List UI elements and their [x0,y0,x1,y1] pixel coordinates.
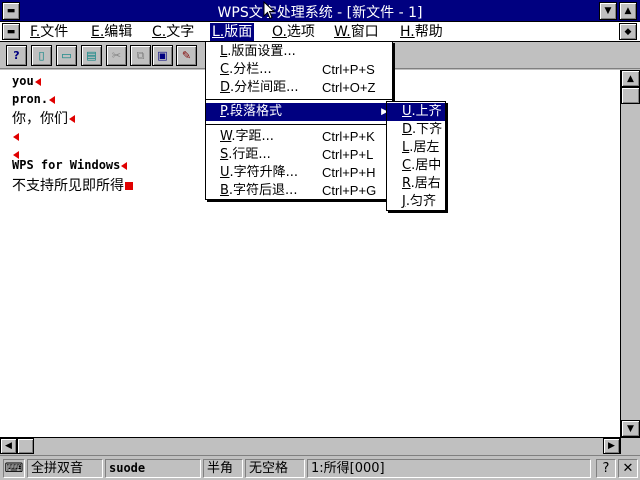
tools-icon: ✕ [622,461,634,476]
format-brush-icon: ✎ [181,49,192,62]
new-file-icon: ▯ [38,49,45,62]
menu-item-char-backspace[interactable]: B.字符后退... Ctrl+P+G [206,182,392,200]
keyboard-icon: ⌨ [4,461,24,476]
vertical-scrollbar[interactable]: ▲ ▼ [620,70,640,437]
copy-icon: ⧉ [136,48,145,62]
maximize-button[interactable]: ▲ [619,2,637,20]
submenu-item-align-center[interactable]: C.居中 [387,157,445,175]
cut-icon: ✂ [111,49,122,62]
document-line: 不支持所见即所得 [12,175,133,195]
candidate-field: 1:所得[000] [307,459,591,478]
scroll-right-icon: ▶ [608,441,615,451]
menu-item-page-setup[interactable]: L.版面设置... [206,43,392,61]
cut-button[interactable]: ✂ [106,45,127,66]
space-mode-field[interactable]: 无空格 [245,459,305,478]
document-line: 你，你们 [12,108,75,128]
menu-item-char-spacing[interactable]: W.字距... Ctrl+P+K [206,128,392,146]
menu-item-columns[interactable]: C.分栏... Ctrl+P+S [206,61,392,79]
text-cursor [125,182,133,190]
menu-bar: ▬ F.文件 E.编辑 C.文字 L.版面 O.选项 W.窗口 H.帮助 ◆ [0,22,640,42]
status-bar: ⌨ 全拼双音 suode 半角 无空格 1:所得[000] ? ✕ [0,455,640,480]
document-menu-icon: ▬ [6,26,16,37]
help-icon: ? [602,461,610,476]
input-method-field[interactable]: 全拼双音 [27,459,103,478]
title-bar: ▬ WPS文字处理系统 - [新文件 - 1] ▼ ▲ [0,0,640,22]
paste-button[interactable]: ▣ [152,45,173,66]
menu-layout[interactable]: L.版面 [210,23,255,41]
paste-icon: ▣ [157,49,168,62]
mouse-pointer-icon [263,1,275,20]
horizontal-scrollbar[interactable]: ◀ ▶ [0,437,620,454]
status-tools-button[interactable]: ✕ [618,459,638,478]
horizontal-scroll-thumb[interactable] [17,438,34,454]
format-brush-button[interactable]: ✎ [176,45,197,66]
submenu-item-align-bottom[interactable]: D.下齐 [387,121,445,139]
save-icon: ▤ [86,49,97,62]
menu-help[interactable]: H.帮助 [398,23,445,41]
menu-item-column-spacing[interactable]: D.分栏间距... Ctrl+O+Z [206,79,392,97]
save-button[interactable]: ▤ [81,45,102,66]
menu-options[interactable]: O.选项 [270,23,317,41]
document-line: pron. [12,92,56,106]
open-file-button[interactable]: ▭ [56,45,77,66]
window-title: WPS文字处理系统 - [新文件 - 1] [217,5,423,21]
paragraph-format-submenu: U.上齐 D.下齐 L.居左 C.居中 R.居右 J.匀齐 [386,101,446,211]
scroll-up-button[interactable]: ▲ [621,70,640,87]
paragraph-mark-icon [49,95,56,104]
document-line [12,129,19,144]
layout-menu: L.版面设置... C.分栏... Ctrl+P+S D.分栏间距... Ctrl+… [205,41,393,200]
restore-icon: ◆ [624,26,632,37]
document-line: WPS for Windows [12,158,128,172]
menu-separator [206,124,392,125]
menu-item-paragraph-format[interactable]: P.段落格式 ▶ [206,103,392,121]
minimize-icon: ▼ [604,6,612,16]
copy-button[interactable]: ⧉ [130,45,151,66]
status-help-button[interactable]: ? [596,459,616,478]
document-system-menu-button[interactable]: ▬ [2,23,20,40]
paragraph-mark-icon [13,132,19,141]
open-file-icon: ▭ [61,49,72,62]
paragraph-mark-icon [34,77,41,86]
minimize-button[interactable]: ▼ [599,2,617,20]
scroll-down-button[interactable]: ▼ [621,420,640,437]
paragraph-mark-icon [69,115,75,123]
help-button[interactable]: ? [6,45,27,66]
restore-button[interactable]: ◆ [619,23,637,40]
menu-text[interactable]: C.文字 [150,23,196,41]
scroll-right-button[interactable]: ▶ [603,438,620,454]
input-code-field: suode [105,459,201,478]
submenu-item-align-top[interactable]: U.上齐 [387,103,445,121]
menu-window[interactable]: W.窗口 [332,23,381,41]
scroll-up-icon: ▲ [627,73,634,84]
scroll-down-icon: ▼ [627,423,634,434]
paragraph-mark-icon [121,161,128,170]
menu-separator [206,99,392,100]
scroll-left-button[interactable]: ◀ [0,438,17,454]
document-line: you [12,74,41,88]
submenu-item-justify[interactable]: J.匀齐 [387,193,445,211]
menu-item-baseline-shift[interactable]: U.字符升降... Ctrl+P+H [206,164,392,182]
vertical-scroll-thumb[interactable] [621,87,640,104]
menu-item-line-spacing[interactable]: S.行距... Ctrl+P+L [206,146,392,164]
ime-toggle-button[interactable]: ⌨ [3,459,25,478]
menu-edit[interactable]: E.编辑 [89,23,134,41]
submenu-item-align-right[interactable]: R.居右 [387,175,445,193]
new-file-button[interactable]: ▯ [31,45,52,66]
scroll-left-icon: ◀ [5,441,12,451]
maximize-icon: ▲ [624,6,632,16]
scrollbar-corner [620,437,640,454]
submenu-item-align-left[interactable]: L.居左 [387,139,445,157]
menu-file[interactable]: F.文件 [28,23,70,41]
width-mode-field[interactable]: 半角 [203,459,243,478]
help-icon: ? [13,49,20,62]
